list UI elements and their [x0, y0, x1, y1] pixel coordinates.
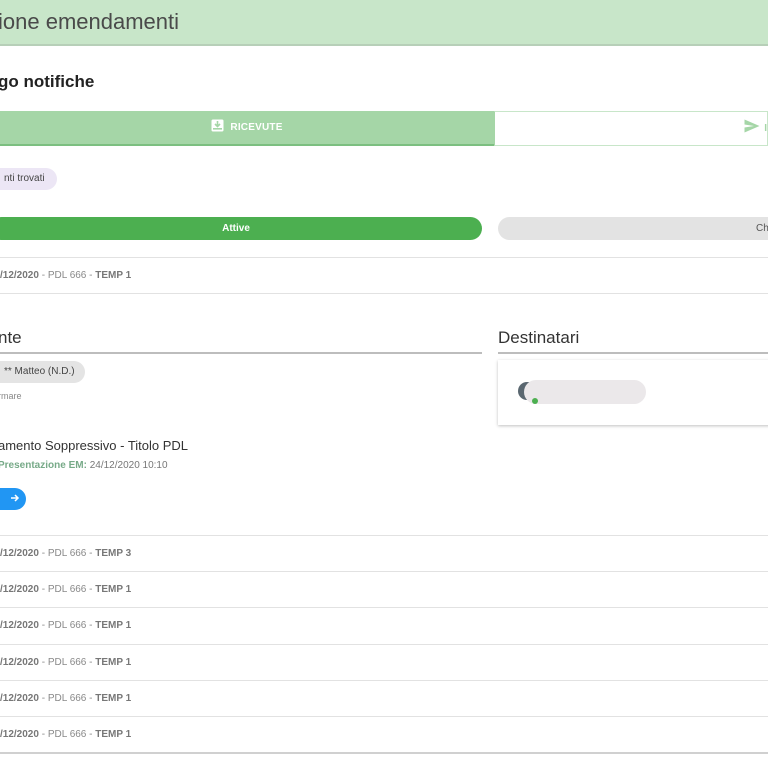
tab-sent[interactable]: I — [494, 111, 768, 146]
list-bottom-border — [0, 752, 768, 754]
status-tab-active[interactable]: Attive — [0, 217, 482, 240]
presentation-info: Presentazione EM: 24/12/2020 10:10 — [0, 460, 168, 471]
recipient-name-redacted — [524, 380, 646, 404]
sender-chip: ** Matteo (N.D.) — [0, 361, 85, 383]
arrow-right-icon — [10, 492, 20, 506]
inbox-download-icon — [211, 119, 224, 137]
page-title: go notifiche — [0, 72, 95, 91]
app-title: ione emendamenti — [0, 9, 180, 34]
notification-row[interactable]: /12/2020 - PDL 666 - TEMP 1 — [0, 257, 768, 293]
status-tab-closed[interactable]: Ch — [498, 217, 768, 240]
notification-row[interactable]: /12/2020 - PDL 666 - TEMP 1 — [0, 644, 768, 680]
notification-row[interactable]: /12/2020 - PDL 666 - TEMP 1 — [0, 571, 768, 607]
recipients-heading: Destinatari — [498, 328, 768, 354]
notification-row[interactable]: /12/2020 - PDL 666 - TEMP 1 — [0, 716, 768, 752]
open-amendment-button[interactable] — [0, 488, 26, 510]
notification-row[interactable]: /12/2020 - PDL 666 - TEMP 1 — [0, 607, 768, 643]
app-header: ione emendamenti — [0, 0, 768, 46]
tab-received-label: RICEVUTE — [230, 122, 283, 133]
tab-received[interactable]: RICEVUTE — [0, 111, 494, 146]
online-status-icon — [532, 398, 538, 404]
recipient-card — [498, 360, 768, 425]
notification-row[interactable]: /12/2020 - PDL 666 - TEMP 3 — [0, 535, 768, 571]
amendment-title: amento Soppressivo - Titolo PDL — [0, 438, 189, 453]
notification-row[interactable]: /12/2020 - PDL 666 - TEMP 1 — [0, 680, 768, 716]
row-divider — [0, 293, 768, 294]
send-icon — [744, 119, 760, 138]
sender-subtext: rmare — [0, 391, 22, 401]
notification-tabs: RICEVUTE I — [0, 111, 768, 146]
sender-heading: nte — [0, 328, 482, 354]
tab-sent-label: I — [764, 123, 767, 134]
results-count-chip: nti trovati — [0, 168, 57, 190]
